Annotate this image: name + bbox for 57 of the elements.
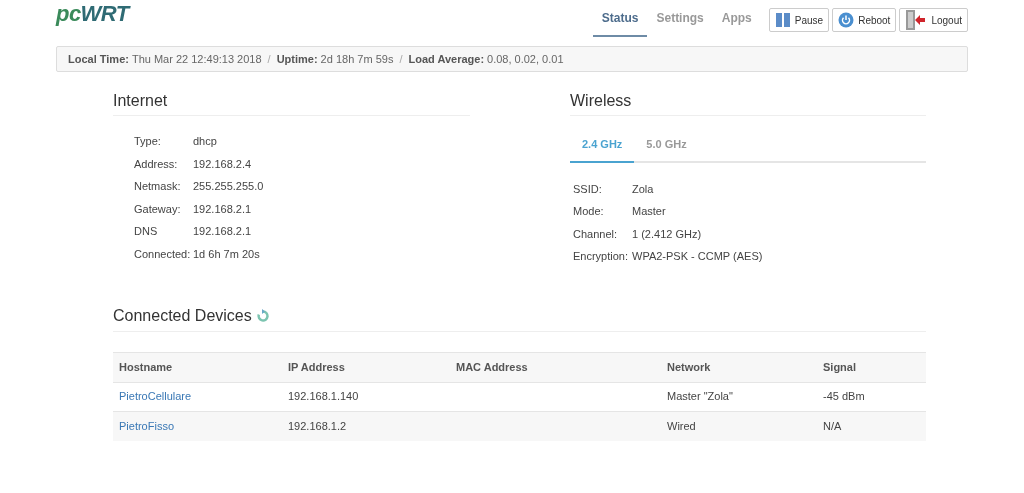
field-value: 1d 6h 7m 20s	[193, 246, 260, 262]
field-value: dhcp	[193, 134, 217, 149]
field-label: Netmask:	[134, 179, 182, 194]
status-label: Load Average:	[408, 51, 485, 67]
field-label: Mode:	[573, 204, 605, 219]
separator: /	[267, 51, 271, 67]
column-header: MAC Address	[455, 359, 529, 375]
column-header: Network	[666, 359, 712, 375]
hostname-link[interactable]: PietroCellulare	[119, 390, 192, 403]
band-tab[interactable]: 2.4 GHz	[570, 128, 635, 163]
nav-tab[interactable]: Settings	[647, 0, 713, 37]
band-tab[interactable]: 5.0 GHz	[634, 128, 699, 163]
field-label: DNS	[134, 224, 159, 239]
status-value: 2d 18h 7m 59s	[320, 51, 394, 67]
field-label: Encryption:	[573, 249, 630, 264]
table-cell: Master "Zola"	[667, 390, 733, 403]
section-title: Wireless	[570, 89, 926, 116]
nav-tab[interactable]: Status	[592, 0, 648, 37]
field-label: SSID:	[573, 181, 603, 197]
door-exit-icon	[905, 10, 928, 30]
status-value: 0.08, 0.02, 0.01	[487, 51, 564, 67]
section-title: Connected Devices	[113, 305, 252, 326]
field-label: Address:	[134, 156, 179, 172]
field-value: Zola	[632, 181, 654, 197]
table-cell: -45 dBm	[823, 390, 865, 403]
field-label: Connected:	[134, 246, 192, 262]
hostname-link[interactable]: PietroFisso	[119, 419, 175, 432]
field-label: Gateway:	[134, 201, 182, 217]
table-cell: 192.168.1.140	[288, 390, 359, 403]
status-value: Thu Mar 22 12:49:13 2018	[131, 51, 262, 67]
separator: /	[399, 51, 403, 67]
refresh-icon[interactable]	[255, 308, 270, 323]
section-title: Internet	[113, 89, 470, 116]
field-value: WPA2-PSK - CCMP (AES)	[632, 249, 763, 264]
field-label: Type:	[134, 134, 162, 149]
field-value: 192.168.2.4	[193, 156, 252, 172]
field-value: 192.168.2.1	[193, 201, 252, 217]
logo[interactable]: pcWRT	[56, 1, 129, 27]
column-header: Hostname	[118, 359, 174, 375]
pause-icon	[774, 12, 791, 28]
pause-button[interactable]: Pause	[768, 8, 830, 32]
reboot-button[interactable]: Reboot	[832, 8, 897, 32]
column-header: Signal	[822, 359, 857, 375]
column-header: IP Address	[287, 359, 346, 375]
field-label: Channel:	[573, 226, 619, 242]
field-value: 192.168.2.1	[193, 224, 252, 239]
status-label: Local Time:	[68, 51, 129, 67]
table-cell: 192.168.1.2	[288, 419, 347, 432]
field-value: 1 (2.412 GHz)	[632, 226, 702, 242]
status-label: Uptime:	[276, 51, 318, 67]
logout-button[interactable]: Logout	[899, 8, 968, 32]
table-cell: Wired	[667, 419, 696, 432]
field-value: Master	[632, 204, 666, 219]
power-icon	[838, 12, 855, 28]
field-value: 255.255.255.0	[193, 179, 264, 194]
table-cell: N/A	[823, 419, 842, 432]
nav-tab[interactable]: Apps	[712, 0, 761, 37]
